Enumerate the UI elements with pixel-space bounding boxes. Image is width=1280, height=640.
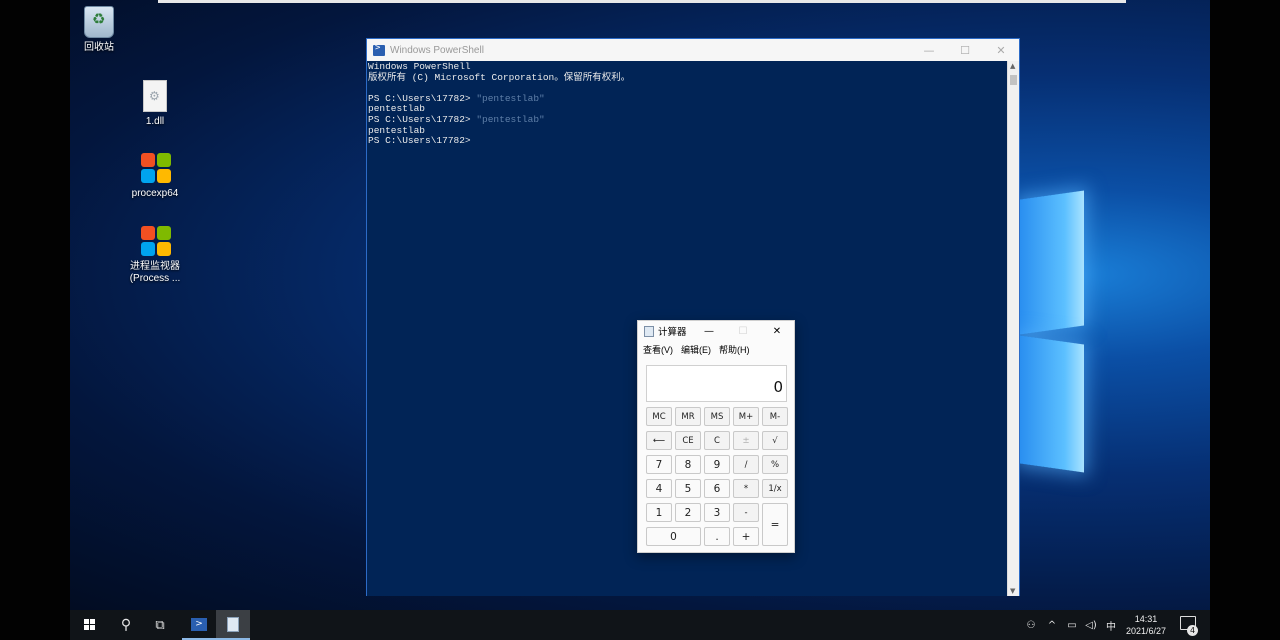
- calculator-display: 0: [646, 365, 787, 402]
- console-input-line: PS C:\Users\17782> "pentestlab": [368, 92, 1007, 105]
- key-8[interactable]: 8: [675, 455, 701, 474]
- console-output-line: 版权所有 (C) Microsoft Corporation。保留所有权利。: [368, 71, 631, 83]
- key-m-minus[interactable]: M-: [762, 407, 788, 426]
- key-c[interactable]: C: [704, 431, 730, 450]
- dll-file-icon: [143, 80, 167, 112]
- console-prompt: PS C:\Users\17782>: [368, 92, 477, 104]
- key-6[interactable]: 6: [704, 479, 730, 498]
- taskbar-powershell[interactable]: >: [182, 610, 216, 640]
- console-prompt: PS C:\Users\17782>: [368, 135, 471, 147]
- recycle-bin-icon: [84, 6, 114, 38]
- menu-help[interactable]: 帮助(H): [719, 343, 750, 356]
- windows-logo-wallpaper: [1020, 175, 1140, 475]
- calculator-menubar: 查看(V) 编辑(E) 帮助(H): [638, 341, 794, 357]
- desktop-icon-label-line1: 进程监视器: [130, 261, 180, 272]
- desktop-icon-label-line2: (Process ...: [129, 273, 181, 284]
- key-sqrt[interactable]: √: [762, 431, 788, 450]
- taskbar-calculator[interactable]: [216, 610, 250, 640]
- letterbox-left: [0, 0, 70, 640]
- key-multiply[interactable]: *: [733, 479, 759, 498]
- volume-icon[interactable]: ◁): [1082, 620, 1100, 631]
- minimize-button[interactable]: —: [692, 326, 726, 337]
- key-1[interactable]: 1: [646, 503, 672, 522]
- calculator-window[interactable]: 计算器 — ☐ ✕ 查看(V) 编辑(E) 帮助(H) 0 MC MR MS M…: [637, 320, 795, 553]
- calculator-icon: [644, 325, 654, 337]
- menu-view[interactable]: 查看(V): [643, 343, 673, 356]
- key-9[interactable]: 9: [704, 455, 730, 474]
- console-input-line: PS C:\Users\17782> "pentestlab": [368, 113, 1007, 126]
- window-title: 计算器: [658, 327, 687, 338]
- desktop-icon-label: procexp64: [131, 188, 179, 199]
- console-output-line: Windows PowerShell: [368, 61, 471, 72]
- top-window-edge: [158, 0, 1126, 3]
- key-mr[interactable]: MR: [675, 407, 701, 426]
- key-backspace[interactable]: ⟵: [646, 431, 672, 450]
- desktop-icon-process-monitor[interactable]: 进程监视器 (Process ...: [118, 225, 192, 285]
- desktop-icon-label: 回收站: [84, 42, 114, 53]
- taskbar: ⚲ ⧉ > ⚇ ^ ▭ ◁) 中: [70, 610, 1210, 640]
- minimize-button[interactable]: —: [911, 44, 947, 57]
- key-ce[interactable]: CE: [675, 431, 701, 450]
- key-3[interactable]: 3: [704, 503, 730, 522]
- chevron-up-icon[interactable]: ^: [1042, 620, 1062, 631]
- console-input-line: PS C:\Users\17782>: [368, 135, 1007, 147]
- scrollbar-thumb[interactable]: [1010, 75, 1017, 85]
- key-5[interactable]: 5: [675, 479, 701, 498]
- maximize-button[interactable]: ☐: [947, 44, 983, 57]
- console-command: "pentestlab": [476, 113, 545, 125]
- scroll-up-arrow-icon[interactable]: ▲: [1010, 62, 1015, 70]
- letterbox-right: [1210, 0, 1280, 640]
- console-command: "pentestlab": [476, 92, 545, 104]
- windows-start-icon[interactable]: [78, 610, 102, 640]
- key-plus-minus[interactable]: ±: [733, 431, 759, 450]
- key-equals[interactable]: =: [762, 503, 788, 546]
- desktop-icon-procexp64[interactable]: procexp64: [118, 152, 192, 200]
- console-prompt: PS C:\Users\17782>: [368, 113, 477, 125]
- key-divide[interactable]: /: [733, 455, 759, 474]
- key-reciprocal[interactable]: 1/x: [762, 479, 788, 498]
- clock-time: 14:31: [1134, 614, 1158, 624]
- powershell-icon: >: [191, 617, 207, 631]
- clock-date: 2021/6/27: [1125, 626, 1167, 636]
- desktop-icon-recycle-bin[interactable]: 回收站: [70, 6, 136, 54]
- key-mc[interactable]: MC: [646, 407, 672, 426]
- notification-badge: 4: [1187, 625, 1198, 636]
- scroll-down-arrow-icon[interactable]: ▼: [1010, 587, 1015, 595]
- key-4[interactable]: 4: [646, 479, 672, 498]
- taskbar-clock[interactable]: 14:31 2021/6/27: [1118, 613, 1174, 637]
- key-percent[interactable]: %: [762, 455, 788, 474]
- key-minus[interactable]: -: [733, 503, 759, 522]
- key-7[interactable]: 7: [646, 455, 672, 474]
- close-button[interactable]: ✕: [983, 44, 1019, 57]
- key-ms[interactable]: MS: [704, 407, 730, 426]
- vertical-scrollbar[interactable]: ▲ ▼: [1007, 61, 1019, 596]
- key-plus[interactable]: +: [733, 527, 759, 546]
- search-icon[interactable]: ⚲: [114, 610, 138, 640]
- window-title: Windows PowerShell: [390, 44, 484, 56]
- key-m-plus[interactable]: M+: [733, 407, 759, 426]
- menu-edit[interactable]: 编辑(E): [681, 343, 711, 356]
- calculator-titlebar[interactable]: 计算器 — ☐ ✕: [638, 321, 794, 341]
- key-0[interactable]: 0: [646, 527, 701, 546]
- process-monitor-icon: [140, 225, 171, 257]
- network-icon[interactable]: ▭: [1062, 620, 1082, 631]
- close-button[interactable]: ✕: [760, 326, 794, 337]
- task-view-icon[interactable]: ⧉: [148, 610, 172, 640]
- key-decimal[interactable]: .: [704, 527, 730, 546]
- calculator-icon: [227, 616, 239, 632]
- procexp-icon: [140, 152, 171, 184]
- key-2[interactable]: 2: [675, 503, 701, 522]
- powershell-titlebar[interactable]: Windows PowerShell — ☐ ✕: [367, 39, 1019, 61]
- maximize-button: ☐: [738, 325, 748, 337]
- desktop-icon-dll[interactable]: 1.dll: [118, 80, 192, 128]
- people-icon[interactable]: ⚇: [1020, 620, 1042, 631]
- desktop-icon-label: 1.dll: [145, 116, 165, 127]
- powershell-icon: [373, 43, 385, 56]
